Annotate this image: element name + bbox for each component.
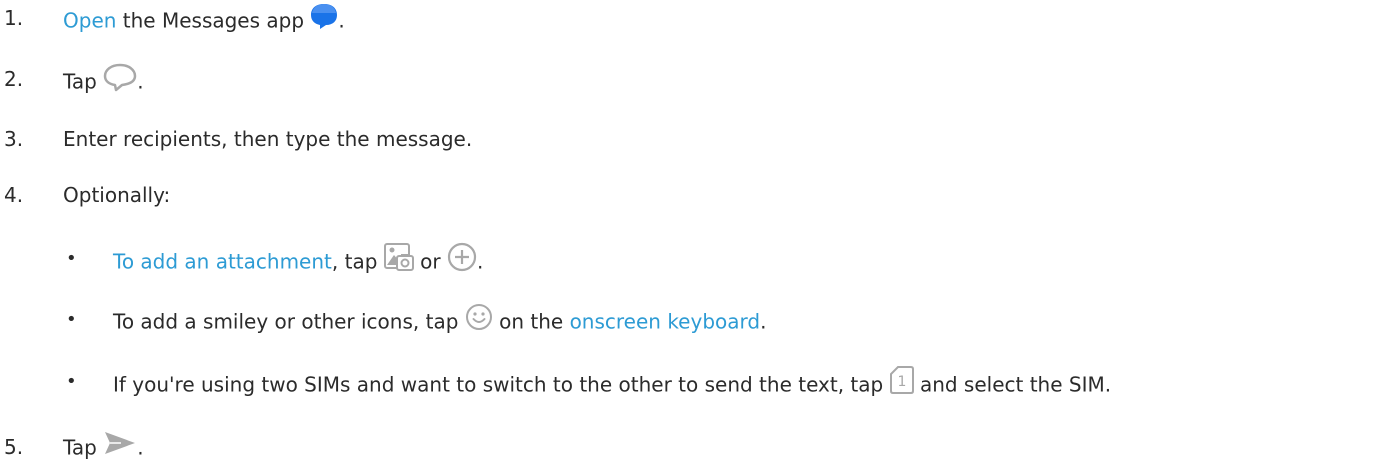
step-number: 2. (4, 67, 24, 91)
step-number: 1. (4, 6, 24, 30)
emoji-icon (465, 303, 493, 339)
bullet: • (66, 309, 77, 330)
step-text: Optionally: (63, 183, 171, 207)
gallery-attach-icon (383, 243, 414, 279)
step-text: Enter recipients, then type the message. (63, 127, 473, 151)
sim-1-icon: 1 (889, 365, 914, 403)
sim-number: 1 (897, 374, 906, 390)
bullet: • (66, 371, 77, 392)
instructions: 1. Open the Messages app . 2. Tap . 3. E… (0, 0, 1378, 471)
onscreen-keyboard-link[interactable]: onscreen keyboard (570, 310, 761, 334)
new-chat-icon (103, 62, 137, 100)
add-attachment-link[interactable]: To add an attachment (113, 250, 332, 274)
sub-step-text: To add a smiley or other icons, tap on t… (113, 303, 766, 341)
send-icon (103, 430, 137, 464)
step-text: Tap . (63, 432, 144, 466)
step-number: 4. (4, 183, 24, 207)
step-text: Open the Messages app . (63, 3, 345, 41)
step-number: 5. (4, 435, 24, 459)
step-number: 3. (4, 127, 24, 151)
sub-step-text: If you're using two SIMs and want to swi… (113, 365, 1111, 405)
bullet: • (66, 248, 77, 269)
messages-app-icon (310, 1, 338, 39)
add-circle-icon (447, 242, 477, 280)
step-text: Tap . (63, 62, 144, 102)
open-link[interactable]: Open (63, 9, 116, 33)
sub-step-text: To add an attachment, tap or . (113, 242, 483, 282)
